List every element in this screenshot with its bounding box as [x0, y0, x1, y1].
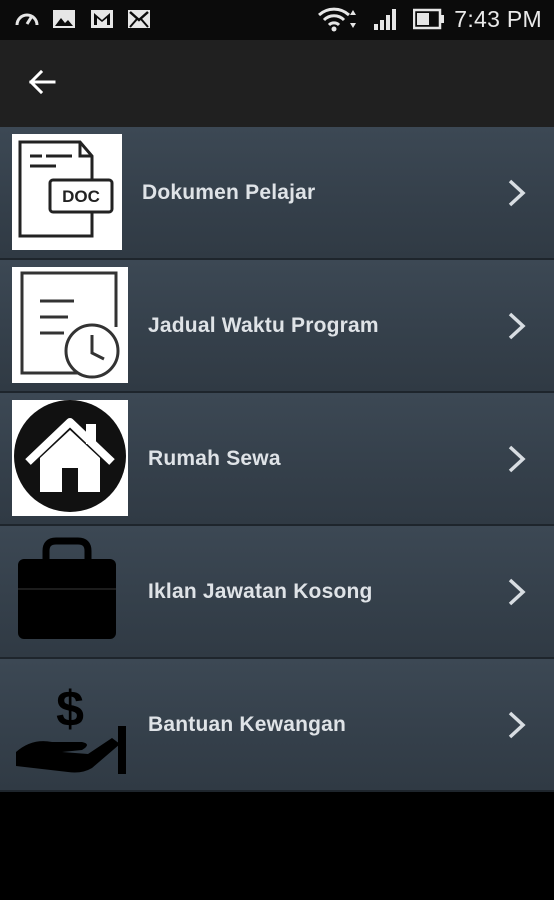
menu-list: DOC Dokumen Pelajar Jadual Waktu Program… [0, 127, 554, 792]
menu-item-label: Rumah Sewa [148, 446, 281, 470]
dollar-symbol: $ [56, 681, 84, 737]
thumbnail [12, 267, 128, 383]
menu-item-rumah-sewa[interactable]: Rumah Sewa [0, 393, 554, 526]
battery-icon [412, 8, 445, 35]
menu-item-iklan-jawatan-kosong[interactable]: Iklan Jawatan Kosong [0, 526, 554, 659]
chevron-right-icon [506, 178, 528, 208]
thumbnail: $ [12, 666, 128, 782]
mail-icon [127, 8, 151, 35]
chevron-right-icon [506, 444, 528, 474]
status-time: 7:43 PM [454, 6, 542, 32]
menu-item-label: Dokumen Pelajar [142, 180, 316, 204]
doc-text: DOC [62, 187, 100, 206]
back-button[interactable] [22, 64, 62, 104]
menu-item-bantuan-kewangan[interactable]: $ Bantuan Kewangan [0, 659, 554, 792]
app-bar [0, 40, 554, 127]
thumbnail [12, 400, 128, 516]
schedule-clock-icon [12, 267, 128, 383]
thumbnail: DOC [12, 134, 122, 250]
doc-file-icon: DOC [12, 134, 122, 250]
menu-item-dokumen-pelajar[interactable]: DOC Dokumen Pelajar [0, 127, 554, 260]
menu-item-label: Iklan Jawatan Kosong [148, 579, 373, 603]
briefcase-icon [12, 533, 122, 649]
menu-item-label: Bantuan Kewangan [148, 712, 347, 736]
chevron-right-icon [506, 710, 528, 740]
status-bar: 7:43 PM [0, 0, 554, 40]
signal-icon [372, 7, 400, 36]
menu-item-label: Jadual Waktu Program [148, 313, 379, 337]
thumbnail [12, 533, 122, 649]
gmail-icon [90, 8, 114, 35]
menu-item-jadual-waktu-program[interactable]: Jadual Waktu Program [0, 260, 554, 393]
wifi-icon [317, 6, 360, 37]
money-hand-icon: $ [12, 666, 128, 782]
speedometer-icon [14, 8, 40, 35]
house-icon [12, 400, 128, 516]
chevron-right-icon [506, 311, 528, 341]
arrow-left-icon [28, 69, 56, 100]
chevron-right-icon [506, 577, 528, 607]
image-icon [52, 8, 76, 35]
